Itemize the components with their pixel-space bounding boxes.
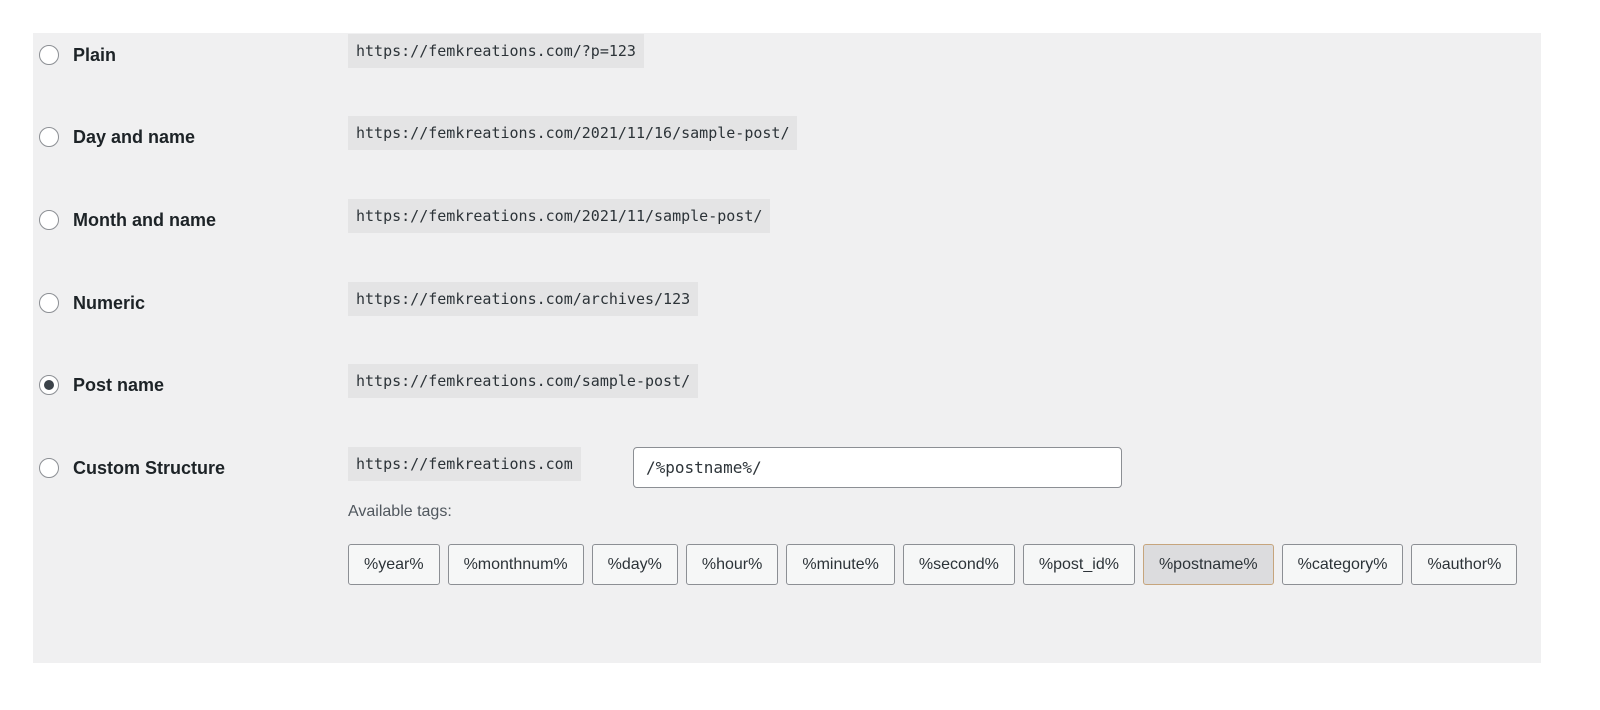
- custom-structure-base-url: https://femkreations.com: [348, 447, 581, 481]
- tag-button-second[interactable]: %second%: [902, 544, 1015, 585]
- custom-structure-input[interactable]: [633, 447, 1122, 488]
- radio-custom-structure[interactable]: [39, 458, 59, 478]
- tag-button-monthnum[interactable]: %monthnum%: [447, 544, 584, 585]
- radio-numeric[interactable]: [39, 293, 59, 313]
- tag-button-author[interactable]: %author%: [1411, 544, 1518, 585]
- option-label-plain[interactable]: Plain: [73, 45, 116, 65]
- option-label-month-and-name[interactable]: Month and name: [73, 210, 216, 230]
- tag-button-day[interactable]: %day%: [591, 544, 678, 585]
- option-label-custom-structure[interactable]: Custom Structure: [73, 458, 225, 478]
- example-url-month-and-name: https://femkreations.com/2021/11/sample-…: [348, 199, 771, 233]
- radio-post-name[interactable]: [39, 375, 59, 395]
- radio-plain[interactable]: [39, 45, 59, 65]
- tag-button-postname[interactable]: %postname%: [1142, 544, 1274, 585]
- available-tags-label: Available tags:: [348, 503, 452, 520]
- example-url-day-and-name: https://femkreations.com/2021/11/16/samp…: [348, 116, 798, 150]
- tag-button-year[interactable]: %year%: [348, 544, 440, 585]
- option-label-numeric[interactable]: Numeric: [73, 293, 145, 313]
- example-url-plain: https://femkreations.com/?p=123: [348, 34, 644, 68]
- tag-button-category[interactable]: %category%: [1281, 544, 1404, 585]
- available-tags-list: %year% %monthnum% %day% %hour% %minute% …: [348, 544, 1528, 585]
- tag-button-post-id[interactable]: %post_id%: [1022, 544, 1135, 585]
- tag-button-minute[interactable]: %minute%: [786, 544, 895, 585]
- permalink-settings-panel: Plain https://femkreations.com/?p=123 Da…: [33, 33, 1541, 663]
- tag-button-hour[interactable]: %hour%: [685, 544, 779, 585]
- radio-month-and-name[interactable]: [39, 210, 59, 230]
- example-url-post-name: https://femkreations.com/sample-post/: [348, 364, 699, 398]
- radio-day-and-name[interactable]: [39, 127, 59, 147]
- option-label-post-name[interactable]: Post name: [73, 375, 164, 395]
- example-url-numeric: https://femkreations.com/archives/123: [348, 282, 699, 316]
- option-label-day-and-name[interactable]: Day and name: [73, 127, 195, 147]
